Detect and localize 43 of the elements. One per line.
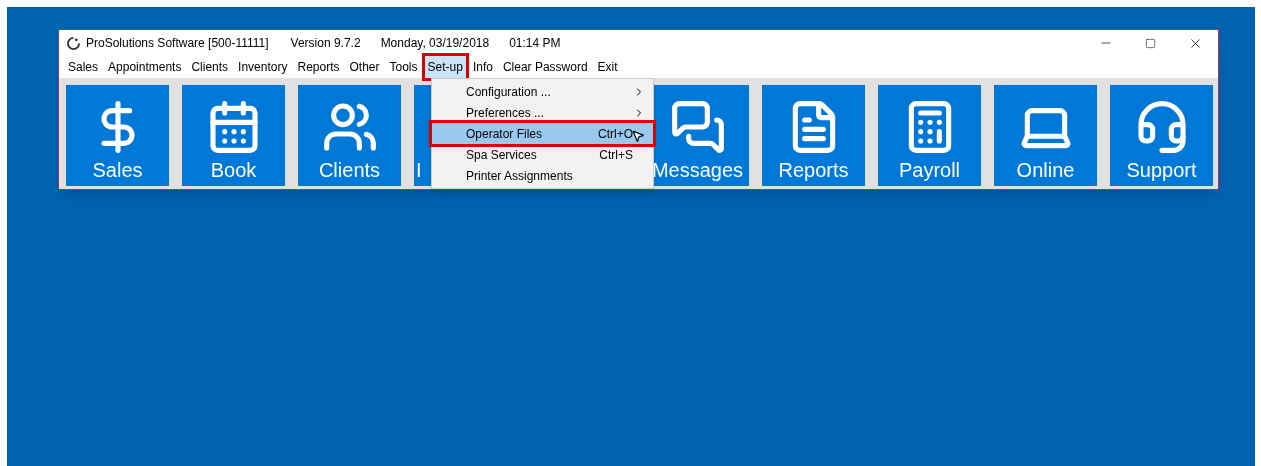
module-tile[interactable]: Sales xyxy=(66,85,169,186)
menu-item[interactable]: Set-up xyxy=(424,56,466,78)
menu-item[interactable]: Appointments xyxy=(105,56,185,78)
tile-label: Book xyxy=(210,158,257,183)
tile-label: Clients xyxy=(318,158,381,183)
shortcut-label: Ctrl+O xyxy=(598,125,633,143)
version-label: Version 9.7.2 xyxy=(290,35,361,52)
app-logo-icon xyxy=(67,36,80,50)
menu-item[interactable]: Inventory xyxy=(235,56,291,78)
dropdown-item[interactable]: Operator Files Ctrl+O xyxy=(432,123,653,144)
module-tile[interactable]: Clients xyxy=(298,85,401,186)
menu-item[interactable]: Exit xyxy=(594,56,621,78)
dropdown-item-label: Operator Files xyxy=(466,125,543,143)
module-tile[interactable]: Book xyxy=(182,85,285,186)
dropdown-item-label: Configuration ... xyxy=(466,83,551,101)
menu-item[interactable]: Sales xyxy=(65,56,102,78)
tile-label: Payroll xyxy=(898,158,961,183)
menu-item[interactable]: Clear Password xyxy=(499,56,591,78)
tile-label: I xyxy=(415,158,422,183)
menu-item[interactable]: Tools xyxy=(386,56,421,78)
tile-label: Support xyxy=(1126,158,1197,183)
menu-item[interactable]: Info xyxy=(469,56,496,78)
tile-label: Messages xyxy=(651,158,744,183)
time-label: 01:14 PM xyxy=(509,35,561,52)
mouse-cursor-icon xyxy=(631,129,645,143)
tile-label: Sales xyxy=(92,158,143,183)
module-tile[interactable]: Support xyxy=(1110,85,1213,186)
maximize-icon xyxy=(1145,37,1156,49)
shortcut-label: Ctrl+S xyxy=(599,146,633,164)
tile-label: Online xyxy=(1016,158,1075,183)
dropdown-item-label: Printer Assignments xyxy=(466,167,573,185)
dropdown-item-label: Spa Services xyxy=(466,146,537,164)
module-tile[interactable]: Online xyxy=(994,85,1097,186)
menu-item[interactable]: Reports xyxy=(294,56,343,78)
module-tile[interactable]: Reports xyxy=(762,85,865,186)
dropdown-item-label: Preferences ... xyxy=(466,104,545,122)
menu-item[interactable]: Clients xyxy=(188,56,232,78)
date-label: Monday, 03/19/2018 xyxy=(380,35,490,52)
window-title: ProSolutions Software [500-11111] xyxy=(86,35,269,52)
chat-bubbles-icon xyxy=(669,99,726,155)
menu-item[interactable]: Other xyxy=(346,56,383,78)
module-tile[interactable]: Payroll xyxy=(878,85,981,186)
tile-label: Reports xyxy=(778,158,849,183)
